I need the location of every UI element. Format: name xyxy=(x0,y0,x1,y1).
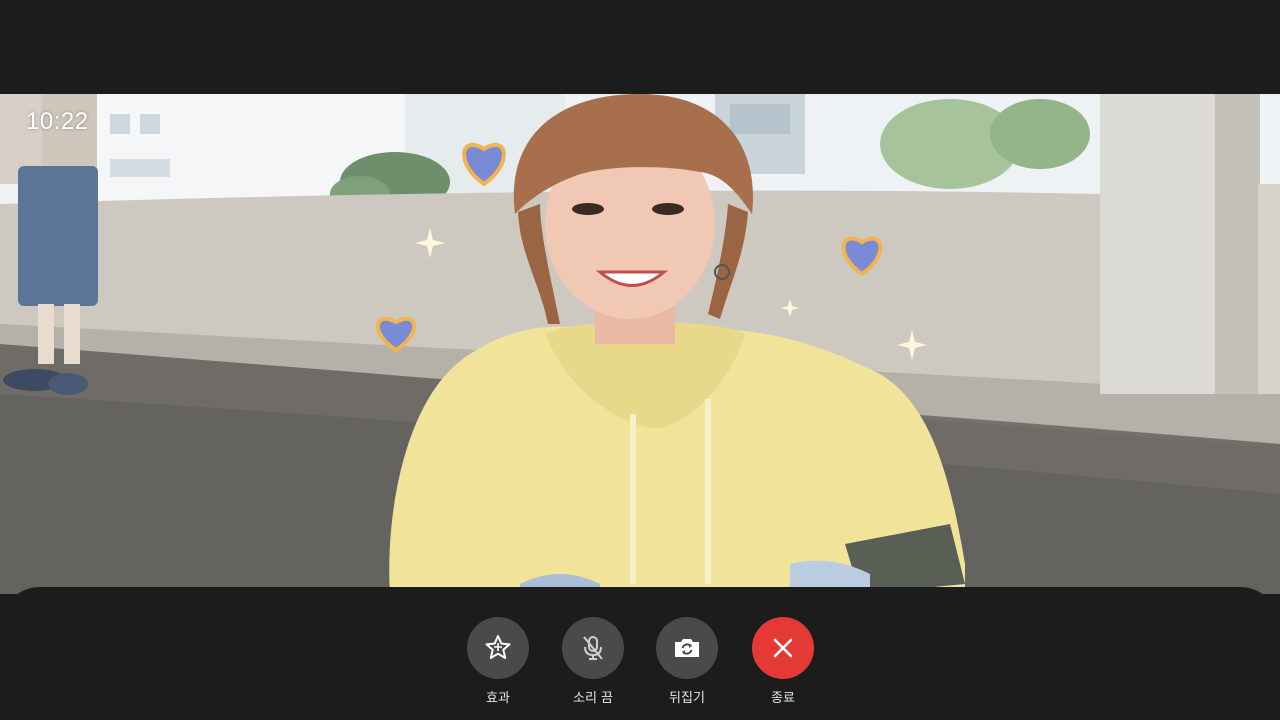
flip-label: 뒤집기 xyxy=(669,691,705,706)
end-call-button[interactable] xyxy=(752,617,814,679)
mute-button[interactable] xyxy=(562,617,624,679)
flip-camera-button[interactable] xyxy=(656,617,718,679)
mute-label: 소리 끔 xyxy=(572,691,613,706)
effects-button[interactable] xyxy=(467,617,529,679)
top-bar xyxy=(0,0,1280,94)
mic-off-icon xyxy=(583,636,603,660)
flip-control: 뒤집기 xyxy=(642,617,732,706)
call-control-panel: 효과 소리 끔 뒤집기 종료 xyxy=(0,587,1280,720)
close-icon xyxy=(773,638,793,658)
star-icon xyxy=(485,635,511,659)
video-feed xyxy=(0,94,1280,594)
end-label: 종료 xyxy=(771,691,795,706)
camera-flip-icon xyxy=(675,639,699,657)
effects-control: 효과 xyxy=(453,617,543,706)
mute-control: 소리 끔 xyxy=(548,617,638,706)
video-call-screen: 10:22 효과 소리 끔 뒤집기 종료 xyxy=(0,0,1280,720)
video-frame xyxy=(0,94,1280,594)
effects-label: 효과 xyxy=(486,691,510,706)
end-control: 종료 xyxy=(738,617,828,706)
status-time: 10:22 xyxy=(26,108,89,135)
